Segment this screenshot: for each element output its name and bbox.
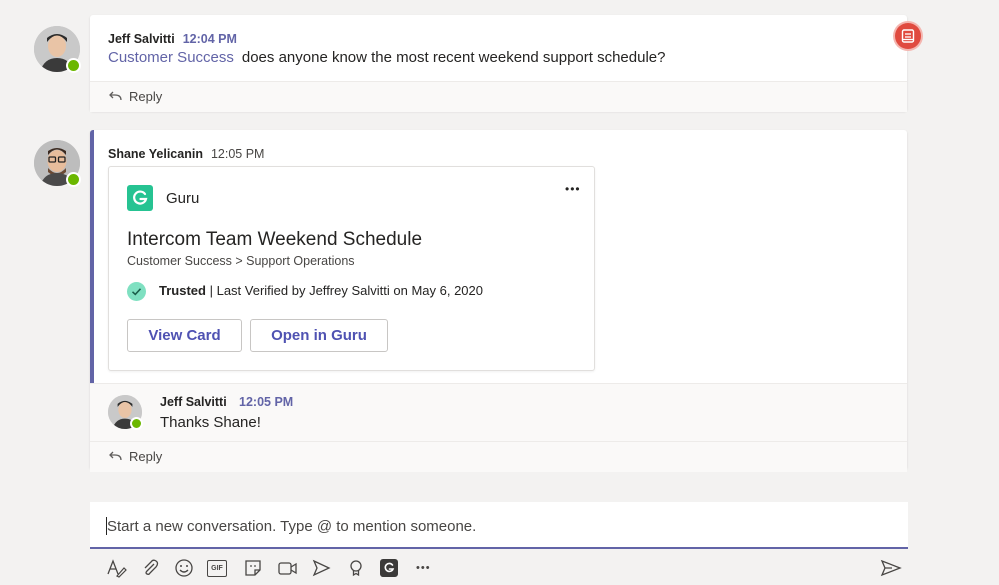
guru-card-title: Intercom Team Weekend Schedule	[127, 229, 423, 250]
message-header: Jeff Salvitti 12:04 PM	[108, 30, 237, 48]
view-card-button[interactable]: View Card	[127, 319, 242, 352]
trusted-check-icon	[127, 282, 146, 301]
message-card-1: Jeff Salvitti 12:04 PM Customer Success do…	[90, 15, 907, 112]
message-author[interactable]: Shane Yelicanin	[108, 147, 203, 161]
reply-arrow-icon	[108, 450, 122, 465]
reply-author[interactable]: Jeff Salvitti	[160, 395, 227, 409]
trust-status: Trusted	[159, 283, 206, 298]
verification-line: Trusted | Last Verified by Jeffrey Salvi…	[159, 283, 483, 298]
reply-arrow-icon	[108, 90, 122, 105]
thread-reply-section: Jeff Salvitti 12:05 PM Thanks Shane! Rep…	[90, 383, 907, 472]
emoji-icon[interactable]	[173, 557, 195, 579]
guru-app-name: Guru	[166, 190, 200, 207]
presence-available-icon	[66, 172, 81, 187]
presence-available-icon	[130, 417, 143, 430]
thread-accent-bar	[90, 130, 94, 383]
reply-text: Thanks Shane!	[160, 414, 261, 431]
gif-icon[interactable]: GIF	[207, 557, 229, 579]
meet-now-icon[interactable]	[276, 557, 298, 579]
card-more-options-icon[interactable]: •••	[565, 182, 581, 196]
sticker-icon[interactable]	[242, 557, 264, 579]
guru-icon[interactable]	[380, 557, 402, 579]
gif-label: GIF	[207, 560, 227, 577]
send-icon[interactable]	[880, 557, 902, 579]
notification-badge-icon[interactable]	[895, 23, 921, 49]
verification-text: | Last Verified by Jeffrey Salvitti on M…	[209, 283, 483, 298]
reply-button[interactable]: Reply	[90, 441, 907, 472]
attach-icon[interactable]	[139, 557, 161, 579]
reply-label: Reply	[129, 449, 163, 464]
format-icon[interactable]	[105, 557, 127, 579]
reply-label: Reply	[129, 89, 163, 104]
reply-timestamp: 12:05 PM	[239, 395, 294, 409]
message-timestamp: 12:04 PM	[182, 32, 237, 46]
stream-icon[interactable]	[310, 557, 332, 579]
compose-box[interactable]: Start a new conversation. Type @ to ment…	[90, 502, 908, 549]
message-body: Customer Success does anyone know the mos…	[108, 49, 665, 66]
message-timestamp: 12:05 PM	[210, 147, 265, 161]
message-text: does anyone know the most recent weekend…	[241, 49, 666, 66]
presence-available-icon	[66, 58, 81, 73]
open-in-guru-button[interactable]: Open in Guru	[250, 319, 388, 352]
more-icon[interactable]: •••	[416, 557, 438, 579]
guru-logo-icon	[127, 185, 153, 211]
message-author[interactable]: Jeff Salvitti	[108, 32, 175, 46]
compose-placeholder: Start a new conversation. Type @ to ment…	[107, 518, 477, 535]
message-header: Shane Yelicanin 12:05 PM	[108, 145, 264, 163]
guru-card-path: Customer Success > Support Operations	[127, 254, 355, 268]
guru-card: Guru ••• Intercom Team Weekend Schedule …	[108, 166, 595, 371]
praise-icon[interactable]	[345, 557, 367, 579]
channel-mention-link[interactable]: Customer Success	[108, 49, 234, 66]
reply-button[interactable]: Reply	[90, 81, 907, 112]
